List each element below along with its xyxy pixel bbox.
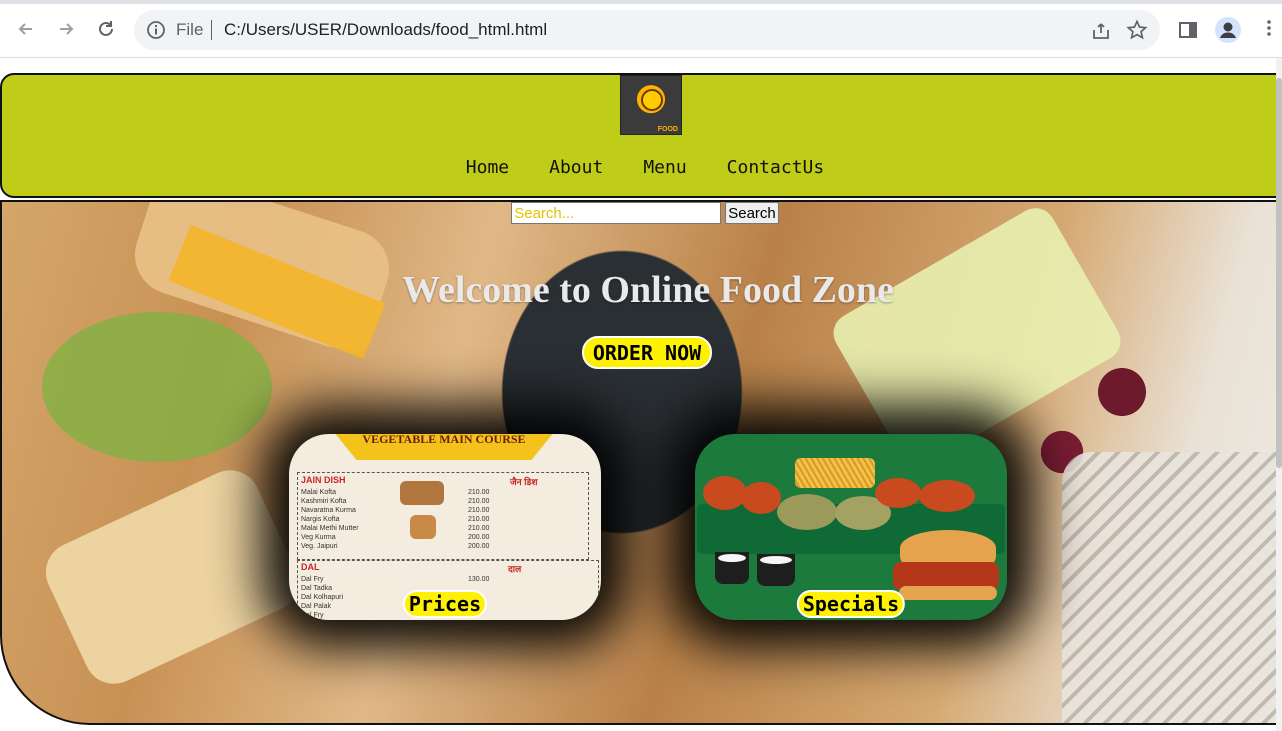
menu-price: 200.00 xyxy=(468,534,490,541)
dish-photo xyxy=(400,481,444,505)
divider xyxy=(211,20,212,40)
jain-dish-section: JAIN DISH जैन डिश Malai Kofta Kashmiri K… xyxy=(297,472,589,560)
order-now-button[interactable]: ORDER NOW xyxy=(582,336,712,369)
wing-image xyxy=(777,494,837,530)
scheme-label: File xyxy=(176,20,204,39)
menu-item: Dal Kolhapuri xyxy=(301,594,344,601)
site-logo[interactable]: FOOD xyxy=(620,75,682,135)
share-icon[interactable] xyxy=(1090,20,1112,42)
menu-item: Nargis Kofta xyxy=(301,516,340,523)
menu-heading-banner: VEGETABLE MAIN COURSE xyxy=(329,434,559,460)
wing-image xyxy=(919,480,975,512)
dal-item-list: Dal Fry Dal Tadka Dal Kolhapuri Dal Pala… xyxy=(301,575,343,620)
burger-image xyxy=(899,586,997,600)
forward-button[interactable] xyxy=(52,15,80,43)
page-scrollbar[interactable] xyxy=(1276,58,1282,731)
hero-title: Welcome to Online Food Zone xyxy=(402,269,894,311)
wing-image xyxy=(703,476,747,510)
menu-price: 200.00 xyxy=(468,543,490,550)
menu-heading: VEGETABLE MAIN COURSE xyxy=(362,434,526,446)
menu-price: 210.00 xyxy=(468,516,490,523)
back-button[interactable] xyxy=(12,15,40,43)
hero-image-lettuce xyxy=(42,312,272,462)
url-text[interactable]: C:/Users/USER/Downloads/food_html.html xyxy=(224,20,547,40)
burger-image xyxy=(900,530,996,566)
menu-item: Malai Methi Mutter xyxy=(301,525,359,532)
person-icon xyxy=(1220,22,1236,38)
prices-card[interactable]: VEGETABLE MAIN COURSE JAIN DISH जैन डिश … xyxy=(289,434,601,620)
jain-dish-title: JAIN DISH xyxy=(301,475,346,485)
menu-price: 210.00 xyxy=(468,489,490,496)
nav-about[interactable]: About xyxy=(549,157,603,178)
menu-price: 130.00 xyxy=(468,576,490,583)
scrollbar-thumb[interactable] xyxy=(1276,78,1282,468)
jain-item-list: Malai Kofta Kashmiri Kofta Navaratna Kur… xyxy=(301,488,359,551)
prices-label[interactable]: Prices xyxy=(402,590,488,618)
more-menu-icon[interactable] xyxy=(1259,18,1279,38)
info-icon[interactable] xyxy=(146,20,166,40)
nav-contactus[interactable]: ContactUs xyxy=(727,157,825,178)
bookmark-star-icon[interactable] xyxy=(1126,19,1148,41)
search-button[interactable]: Search xyxy=(725,202,779,224)
menu-item: Veg Kurma xyxy=(301,534,336,541)
reload-icon xyxy=(99,21,113,36)
wing-image xyxy=(875,478,921,508)
menu-item: Navaratna Kurma xyxy=(301,507,356,514)
side-panel-icon[interactable] xyxy=(1178,20,1198,40)
dish-photo xyxy=(410,515,436,539)
fries-image xyxy=(795,458,875,488)
hero-image-melon xyxy=(826,202,1128,474)
wing-image xyxy=(741,482,781,514)
menu-item: Veg. Jaipuri xyxy=(301,543,338,550)
menu-price: 210.00 xyxy=(468,498,490,505)
menu-price: 210.00 xyxy=(468,507,490,514)
specials-card[interactable]: Specials xyxy=(695,434,1007,620)
reload-button[interactable] xyxy=(92,15,120,43)
search-input[interactable] xyxy=(511,202,722,224)
dip-cup-image xyxy=(757,554,795,586)
browser-toolbar: File C:/Users/USER/Downloads/food_html.h… xyxy=(0,0,1282,58)
search-bar: Search xyxy=(0,202,1282,224)
specials-label[interactable]: Specials xyxy=(796,590,906,618)
hero-image-towel xyxy=(1062,452,1282,723)
hero-image-sandwich-2 xyxy=(36,460,308,694)
site-header: FOOD Home About Menu ContactUs xyxy=(0,73,1282,198)
dal-price-list: 130.00 xyxy=(468,575,489,584)
jain-dish-title-local: जैन डिश xyxy=(510,477,538,487)
menu-item: Kashmiri Kofta xyxy=(301,498,347,505)
jain-price-list: 210.00 210.00 210.00 210.00 210.00 200.0… xyxy=(468,488,489,551)
nav-menu[interactable]: Menu xyxy=(643,157,686,178)
logo-text: FOOD xyxy=(657,126,678,133)
dal-title-local: दाल xyxy=(508,564,522,574)
menu-price: 210.00 xyxy=(468,525,490,532)
address-bar[interactable]: File C:/Users/USER/Downloads/food_html.h… xyxy=(134,10,1160,50)
nav-home[interactable]: Home xyxy=(466,157,509,178)
web-page: FOOD Home About Menu ContactUs Search We… xyxy=(0,58,1282,731)
menu-item: Dal Tadka xyxy=(301,585,333,592)
menu-item: Dal Fry xyxy=(301,576,324,583)
back-arrow-icon xyxy=(18,23,32,35)
forward-arrow-icon xyxy=(60,23,74,35)
main-nav: Home About Menu ContactUs xyxy=(2,157,1282,178)
chef-icon xyxy=(641,89,663,111)
tab-strip xyxy=(0,0,1282,4)
menu-item: Dal Fry xyxy=(301,612,324,619)
menu-item: Dal Palak xyxy=(301,603,331,610)
dip-cup-image xyxy=(715,552,749,584)
dal-title: DAL xyxy=(301,562,320,572)
profile-avatar[interactable] xyxy=(1215,17,1241,43)
menu-item: Malai Kofta xyxy=(301,489,337,496)
